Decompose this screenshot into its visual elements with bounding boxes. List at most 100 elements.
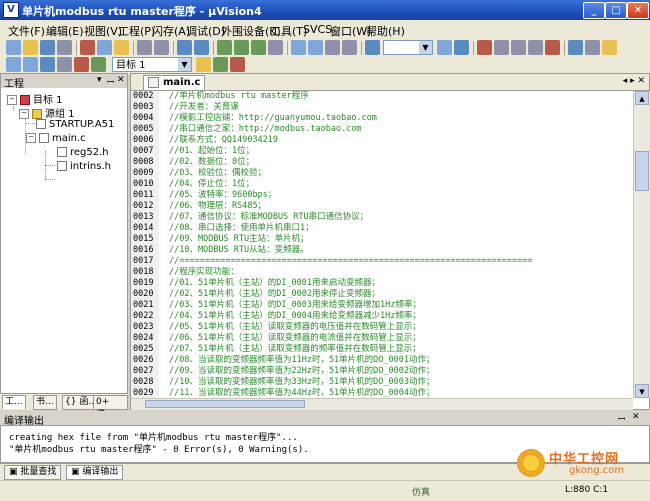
- tree-target[interactable]: − 目标 1: [7, 91, 63, 106]
- open-file-icon[interactable]: [23, 40, 38, 55]
- code-text: //03、51单片机（主站）的DI_0003用来给变频器增加1Hz频率；: [169, 300, 421, 310]
- unindent-icon[interactable]: [308, 40, 323, 55]
- layout-dropdown-icon[interactable]: [585, 40, 600, 55]
- code-line: 0022 //04、51单片机（主站）的DI_0004用来给变频器减少1Hz频率；: [131, 311, 633, 322]
- breakpoint-disable-icon[interactable]: [511, 40, 526, 55]
- save-all-icon[interactable]: [57, 40, 72, 55]
- tree-file-main[interactable]: − main.c: [26, 133, 86, 144]
- code-text: //04、51单片机（主站）的DI_0004用来给变频器减少1Hz频率；: [169, 311, 421, 321]
- code-text: //开发者：关育谋: [169, 102, 239, 112]
- bookmark-next-icon[interactable]: [251, 40, 266, 55]
- pin-icon[interactable]: ▾: [97, 75, 102, 85]
- code-line: 0009 //03、校验位：偶校验；: [131, 168, 633, 179]
- indent-icon[interactable]: [291, 40, 306, 55]
- tab-build-output[interactable]: ▣ 编译输出: [66, 465, 124, 480]
- nav-forward-icon[interactable]: [194, 40, 209, 55]
- scroll-up-icon[interactable]: ▲: [635, 91, 649, 105]
- translate-icon[interactable]: [6, 57, 21, 72]
- line-number: 0016: [133, 245, 154, 255]
- tree-file-main-label: main.c: [52, 133, 86, 144]
- bookmark-icon[interactable]: [217, 40, 232, 55]
- bookmark-clear-icon[interactable]: [268, 40, 283, 55]
- menu-svcs[interactable]: SVCS: [303, 23, 332, 36]
- find-icon[interactable]: [437, 40, 452, 55]
- code-line: 0004 //模影工控店铺：http://guanyumou.taobao.com: [131, 113, 633, 124]
- manage-components-icon[interactable]: [213, 57, 228, 72]
- code-line: 0002 //单片机modbus rtu master程序: [131, 91, 633, 102]
- code-line: 0015 //09、MODBUS RTU主站：单片机；: [131, 234, 633, 245]
- find-in-files-icon[interactable]: [365, 40, 380, 55]
- tree-source-group[interactable]: − 源组 1: [19, 105, 75, 120]
- save-icon[interactable]: [40, 40, 55, 55]
- code-line: 0005 //串口通信之家：http://modbus.taobao.com: [131, 124, 633, 135]
- nav-back-icon[interactable]: [177, 40, 192, 55]
- code-line: 0011 //05、波特率：9600bps；: [131, 190, 633, 201]
- code-area[interactable]: 0002 //单片机modbus rtu master程序 0003 //开发者：关育…: [131, 91, 633, 398]
- menu-debug[interactable]: 调试(D): [186, 23, 225, 39]
- stop-build-icon[interactable]: [74, 57, 89, 72]
- target-options-icon[interactable]: [196, 57, 211, 72]
- tab-templates[interactable]: 0+ 模...: [93, 395, 128, 420]
- incremental-find-icon[interactable]: [454, 40, 469, 55]
- tree-file-startup-label: STARTUP.A51: [49, 119, 115, 130]
- copy-icon[interactable]: [97, 40, 112, 55]
- batch-build-icon[interactable]: [57, 57, 72, 72]
- tree-file-intrins[interactable]: intrins.h: [57, 161, 111, 172]
- code-text: //11、当读取的变频器频率值为44Hz时，51单片机的DO_0004动作；: [169, 388, 435, 398]
- breakpoint-kill-icon[interactable]: [528, 40, 543, 55]
- debug-start-icon[interactable]: [477, 40, 492, 55]
- line-number: 0003: [133, 102, 154, 112]
- books-icon[interactable]: [230, 57, 245, 72]
- output-pin-icon[interactable]: ꟷ: [618, 412, 625, 425]
- minimize-button[interactable]: _: [583, 2, 605, 19]
- line-number: 0028: [133, 377, 154, 387]
- vertical-scrollbar[interactable]: ▲ ▼: [633, 91, 650, 398]
- target-select[interactable]: 目标 1 ▼: [112, 57, 192, 72]
- find-combo[interactable]: ▼: [383, 40, 433, 55]
- scroll-thumb[interactable]: [635, 151, 649, 191]
- cut-icon[interactable]: [80, 40, 95, 55]
- undo-icon[interactable]: [137, 40, 152, 55]
- tree-file-reg52[interactable]: reg52.h: [57, 147, 109, 158]
- new-file-icon[interactable]: [6, 40, 21, 55]
- editor-tab-bar: main.c ◂ ▸ ✕: [131, 74, 649, 91]
- autohide-icon[interactable]: ꟷ: [107, 75, 114, 88]
- output-close-icon[interactable]: ✕: [632, 412, 640, 422]
- menu-project[interactable]: 工程(P): [118, 23, 155, 39]
- menu-edit[interactable]: 编辑(E): [46, 23, 84, 39]
- bookmark-prev-icon[interactable]: [234, 40, 249, 55]
- window-layout-icon[interactable]: [568, 40, 583, 55]
- comment-icon[interactable]: [325, 40, 340, 55]
- tree-file-startup[interactable]: STARTUP.A51: [36, 119, 114, 130]
- tab-books[interactable]: 书...: [33, 395, 57, 410]
- scroll-down-icon[interactable]: ▼: [635, 384, 649, 398]
- menu-tools[interactable]: 工具(T): [270, 23, 307, 39]
- menu-flash[interactable]: 闪存(A): [152, 23, 190, 39]
- uncomment-icon[interactable]: [342, 40, 357, 55]
- menu-view[interactable]: 视图(V): [84, 23, 122, 39]
- download-icon[interactable]: [91, 57, 106, 72]
- menu-file[interactable]: 文件(F): [8, 23, 45, 39]
- code-line: 0029 //11、当读取的变频器频率值为44Hz时，51单片机的DO_0004动…: [131, 388, 633, 398]
- maximize-button[interactable]: □: [605, 2, 627, 19]
- code-line: 0018 //程序实现功能：: [131, 267, 633, 278]
- horizontal-scrollbar[interactable]: [131, 398, 633, 410]
- build-icon[interactable]: [23, 57, 38, 72]
- rebuild-icon[interactable]: [40, 57, 55, 72]
- editor-tab-controls-icon[interactable]: ◂ ▸ ✕: [623, 76, 645, 86]
- tab-find-in-files[interactable]: ▣ 批量查找: [4, 465, 62, 480]
- panel-close-icon[interactable]: ✕: [117, 75, 125, 85]
- output-line: "单片机modbus rtu master程序" - 0 Error(s), 0…: [9, 445, 309, 455]
- breakpoint-kill-all-icon[interactable]: [545, 40, 560, 55]
- breakpoint-icon[interactable]: [494, 40, 509, 55]
- paste-icon[interactable]: [114, 40, 129, 55]
- tab-project[interactable]: 工...: [2, 395, 26, 409]
- line-number: 0002: [133, 91, 154, 101]
- editor-tab-main-c[interactable]: main.c: [143, 75, 205, 90]
- configure-icon[interactable]: [602, 40, 617, 55]
- close-button[interactable]: ✕: [627, 2, 649, 19]
- redo-icon[interactable]: [154, 40, 169, 55]
- menu-help[interactable]: 帮助(H): [366, 23, 405, 39]
- code-text: //04、停止位：1位；: [169, 179, 255, 189]
- hscroll-thumb[interactable]: [145, 400, 305, 408]
